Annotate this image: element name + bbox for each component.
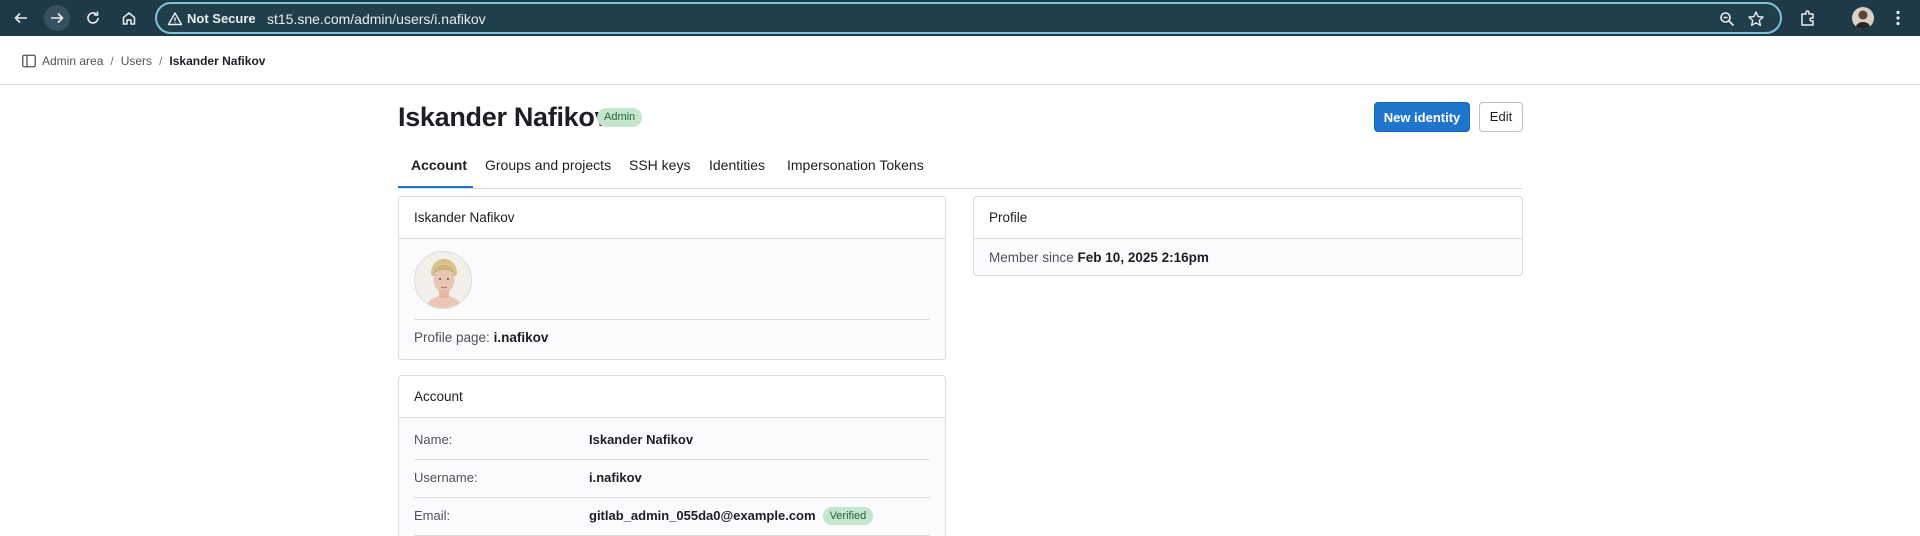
page-title: Iskander Nafikov xyxy=(398,102,610,132)
name-label: Name: xyxy=(414,432,453,447)
user-avatar-icon xyxy=(415,252,471,308)
email-value: gitlab_admin_055da0@example.com xyxy=(589,508,816,523)
profile-avatar[interactable] xyxy=(1852,7,1874,29)
home-icon xyxy=(122,12,136,25)
extensions-icon[interactable] xyxy=(1798,8,1818,28)
tab-bar: Account Groups and projects SSH keys Ide… xyxy=(398,150,1523,189)
verified-badge: Verified xyxy=(822,507,874,525)
breadcrumb-admin-area[interactable]: Admin area xyxy=(42,54,103,68)
email-label: Email: xyxy=(414,508,451,523)
sidebar-toggle-icon[interactable] xyxy=(22,54,36,68)
profile-page-label: Profile page: xyxy=(414,330,490,345)
username-label: Username: xyxy=(414,470,478,485)
back-button[interactable] xyxy=(8,5,34,31)
member-since-row: Member since Feb 10, 2025 2:16pm xyxy=(989,249,1209,267)
warning-icon xyxy=(167,12,183,26)
email-row: gitlab_admin_055da0@example.com Verified xyxy=(589,507,874,525)
profile-card: Profile Member since Feb 10, 2025 2:16pm xyxy=(973,196,1523,276)
tab-account[interactable]: Account xyxy=(411,150,467,189)
breadcrumb-users[interactable]: Users xyxy=(121,54,152,68)
member-since-label: Member since xyxy=(989,250,1074,265)
tab-ssh-keys[interactable]: SSH keys xyxy=(629,150,690,189)
forward-button[interactable] xyxy=(44,5,70,31)
tab-identities[interactable]: Identities xyxy=(709,150,765,189)
divider xyxy=(414,319,930,320)
username-value: i.nafikov xyxy=(589,470,642,485)
breadcrumb-current[interactable]: Iskander Nafikov xyxy=(169,54,265,68)
reload-button[interactable] xyxy=(80,5,106,31)
account-card-title: Account xyxy=(399,376,945,418)
profile-card-title: Profile xyxy=(974,197,1522,239)
address-bar[interactable]: Not Secure st15.sne.com/admin/users/i.na… xyxy=(155,2,1782,34)
profile-page-link[interactable]: i.nafikov xyxy=(494,330,549,345)
user-avatar xyxy=(414,251,472,309)
tab-groups-and-projects[interactable]: Groups and projects xyxy=(485,150,611,189)
divider xyxy=(414,459,930,460)
member-since-value: Feb 10, 2025 2:16pm xyxy=(1077,250,1209,265)
tab-impersonation-tokens[interactable]: Impersonation Tokens xyxy=(787,150,924,189)
profile-page-row: Profile page: i.nafikov xyxy=(414,329,548,347)
user-card: Iskander Nafikov Profile page: i.nafikov xyxy=(398,196,946,360)
active-tab-indicator xyxy=(398,186,473,188)
bookmark-star-icon[interactable] xyxy=(1747,10,1765,28)
arrow-left-icon xyxy=(14,12,27,24)
user-card-title: Iskander Nafikov xyxy=(399,197,945,239)
edit-button[interactable]: Edit xyxy=(1479,102,1523,132)
breadcrumb: Admin area / Users / Iskander Nafikov xyxy=(42,54,265,68)
arrow-right-icon xyxy=(51,12,64,24)
url-text[interactable]: st15.sne.com/admin/users/i.nafikov xyxy=(267,10,486,28)
security-indicator[interactable]: Not Secure xyxy=(187,11,256,27)
breadcrumb-bar: Admin area / Users / Iskander Nafikov xyxy=(0,36,1920,85)
home-button[interactable] xyxy=(116,5,142,31)
person-icon xyxy=(1855,10,1871,29)
zoom-icon[interactable] xyxy=(1718,10,1736,28)
reload-icon xyxy=(87,11,99,24)
breadcrumb-separator: / xyxy=(159,54,163,68)
browser-toolbar: Not Secure st15.sne.com/admin/users/i.na… xyxy=(0,0,1920,36)
admin-badge: Admin xyxy=(597,108,643,127)
new-identity-button[interactable]: New identity xyxy=(1374,102,1470,132)
more-vert-icon[interactable] xyxy=(1888,8,1908,28)
divider xyxy=(414,497,930,498)
account-card: Account Name: Iskander Nafikov Username:… xyxy=(398,375,946,536)
breadcrumb-separator: / xyxy=(110,54,114,68)
name-value: Iskander Nafikov xyxy=(589,432,694,447)
